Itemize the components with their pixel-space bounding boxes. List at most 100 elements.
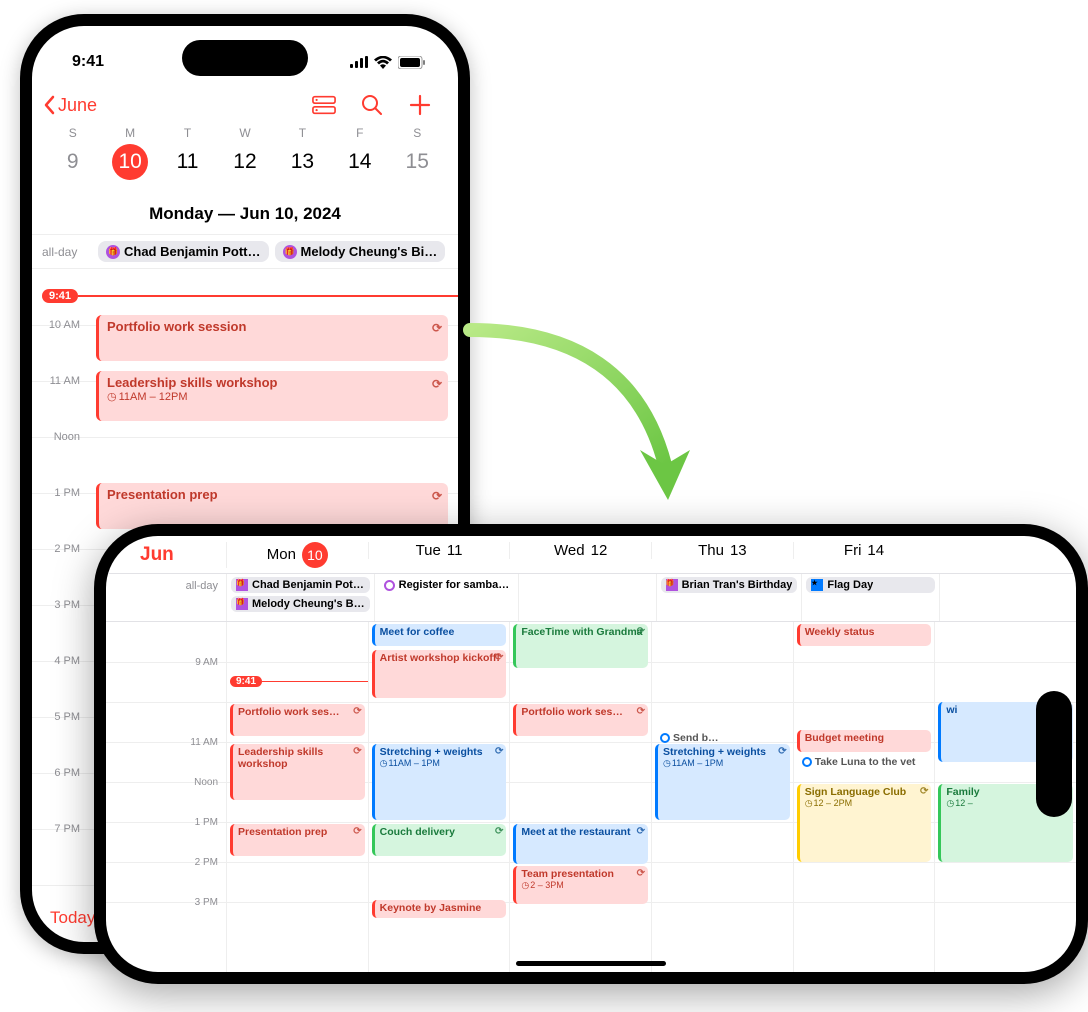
event-title: Budget meeting [805, 732, 884, 744]
weekday-num[interactable]: 14 [342, 144, 378, 180]
weekday-header[interactable]: Thu 13 [651, 542, 793, 559]
day-column[interactable]: Weekly status Budget meeting Take Luna to … [793, 622, 935, 972]
allday-col: Register for samba… [374, 574, 519, 621]
allday-event-pill[interactable]: Register for samba… [379, 577, 515, 593]
event-title: Meet at the restaurant [521, 826, 630, 838]
clock-icon: ◷ [380, 758, 388, 768]
allday-event-pill[interactable]: 🎁Chad Benjamin Pot… [231, 577, 370, 593]
today-button[interactable]: Today [50, 908, 95, 928]
weekday-col[interactable]: W12 [216, 126, 273, 180]
event-title: Weekly status [805, 626, 875, 638]
event-block[interactable]: Sign Language Club⟳◷12 – 2PM [797, 784, 932, 862]
layout-toggle-button[interactable] [312, 94, 336, 116]
hour-label: Noon [32, 431, 88, 493]
day-title: Monday — Jun 10, 2024 [32, 180, 458, 235]
event-block[interactable]: Leadership skills workshop⟳◷11AM – 12PM [96, 371, 448, 421]
weekday-col[interactable]: M 10 [101, 126, 158, 180]
hour-label: 10 AM [32, 319, 88, 381]
week-body[interactable]: 9 AM11 AMNoon1 PM2 PM3 PM 9:41 Portfolio… [106, 622, 1076, 972]
hour-label: 1 PM [195, 817, 218, 828]
event-block[interactable]: Meet at the restaurant ⟳ [513, 824, 648, 864]
phone-landscape: Jun Mon10Tue 11Wed 12Thu 13Fri 14 all-da… [94, 524, 1088, 984]
battery-icon [398, 56, 426, 69]
event-title: wi [946, 704, 957, 716]
event-block[interactable]: Keynote by Jasmine [372, 900, 507, 918]
weekday-col[interactable]: S15 [389, 126, 446, 180]
dynamic-island [1036, 691, 1072, 817]
hour-label: 11 AM [32, 375, 88, 437]
recurring-icon: ⟳ [495, 746, 503, 758]
pill-label: Chad Benjamin Pott… [124, 244, 261, 259]
event-block[interactable]: FaceTime with Grandma⟳ [513, 624, 648, 668]
event-block[interactable]: Take Luna to the vet [797, 754, 932, 772]
event-block[interactable]: Couch delivery⟳ [372, 824, 507, 856]
month-label[interactable]: Jun [106, 544, 226, 566]
recurring-icon: ⟳ [637, 826, 645, 838]
event-title: Portfolio work ses… [521, 706, 623, 718]
event-block[interactable]: Presentation prep⟳ [230, 824, 365, 856]
recurring-icon: ⟳ [637, 706, 645, 718]
allday-week-row: all-day 🎁Chad Benjamin Pot…🎁Melody Cheun… [106, 574, 1076, 622]
event-title: Stretching + weights [663, 746, 766, 758]
weekday-col[interactable]: S9 [44, 126, 101, 180]
event-title: Send b… [673, 732, 719, 744]
weekday-label: M [101, 126, 158, 140]
event-title: Keynote by Jasmine [380, 902, 482, 914]
weekday-header[interactable]: Wed 12 [509, 542, 651, 559]
event-block[interactable]: Stretching + weights⟳◷11AM – 1PM [655, 744, 790, 820]
status-icons [350, 56, 426, 69]
allday-col [939, 574, 1076, 621]
hour-label: 3 PM [195, 897, 218, 908]
weekday-num[interactable]: 12 [227, 144, 263, 180]
allday-event-pill[interactable]: 🎁Melody Cheung's B… [231, 596, 370, 612]
hour-row: 9 AM [106, 662, 226, 702]
event-block[interactable]: Stretching + weights⟳◷11AM – 1PM [372, 744, 507, 820]
event-block[interactable]: Portfolio work ses… ⟳ [513, 704, 648, 736]
weekday-num[interactable]: 10 [112, 144, 148, 180]
allday-event-pill[interactable]: 🎁Brian Tran's Birthday [661, 577, 798, 593]
event-block[interactable]: Leadership skills workshop⟳ [230, 744, 365, 800]
wifi-icon [374, 56, 392, 69]
hour-label: 4 PM [32, 655, 88, 717]
allday-pills: 🎁Chad Benjamin Pott… 🎁Melody Cheung's Bi… [98, 241, 448, 262]
now-indicator: 9:41 [226, 676, 368, 687]
weekday-col[interactable]: T13 [274, 126, 331, 180]
day-column[interactable]: Send b…Stretching + weights⟳◷11AM – 1PM [651, 622, 793, 972]
allday-event-pill[interactable]: ★Flag Day [806, 577, 934, 593]
weekday-header[interactable]: Tue 11 [368, 542, 510, 559]
weekday-col[interactable]: F14 [331, 126, 388, 180]
event-subtitle: ◷11AM – 1PM [380, 758, 502, 768]
search-button[interactable] [360, 94, 384, 116]
day-column[interactable]: Meet for coffee Artist workshop kickoff!⟳… [368, 622, 510, 972]
hour-row [106, 702, 226, 742]
cellular-icon [350, 56, 368, 68]
event-block[interactable]: Presentation prep⟳ [96, 483, 448, 529]
event-block[interactable]: Weekly status [797, 624, 932, 646]
weekday-header[interactable]: Mon10 [226, 542, 368, 568]
recurring-icon: ⟳ [353, 706, 361, 718]
event-block[interactable]: Meet for coffee [372, 624, 507, 646]
allday-event-pill[interactable]: 🎁Melody Cheung's Bi… [275, 241, 446, 262]
weekday-col[interactable]: T11 [159, 126, 216, 180]
event-block[interactable]: Portfolio work ses…⟳ [230, 704, 365, 736]
rotation-arrow [430, 310, 710, 520]
event-title: FaceTime with Grandma [521, 626, 642, 638]
event-title: Family [946, 786, 979, 798]
back-button[interactable]: June [42, 95, 97, 116]
plus-icon [409, 94, 431, 116]
event-block[interactable]: Portfolio work session⟳ [96, 315, 448, 361]
event-block[interactable]: Artist workshop kickoff!⟳ [372, 650, 507, 698]
add-button[interactable] [408, 94, 432, 116]
gift-icon: 🎁 [666, 579, 678, 591]
weekday-num[interactable]: 9 [55, 144, 91, 180]
weekday-num[interactable]: 13 [284, 144, 320, 180]
allday-event-pill[interactable]: 🎁Chad Benjamin Pott… [98, 241, 269, 262]
weekday-header[interactable]: Fri 14 [793, 542, 935, 559]
event-block[interactable]: Team presentation⟳◷2 – 3PM [513, 866, 648, 904]
day-column[interactable]: Portfolio work ses…⟳ Leadership skills wo… [226, 622, 368, 972]
ring-icon [660, 733, 670, 743]
event-block[interactable]: Budget meeting [797, 730, 932, 752]
weekday-num[interactable]: 15 [399, 144, 435, 180]
day-column[interactable]: FaceTime with Grandma⟳Portfolio work ses… [509, 622, 651, 972]
weekday-num[interactable]: 11 [170, 144, 206, 180]
